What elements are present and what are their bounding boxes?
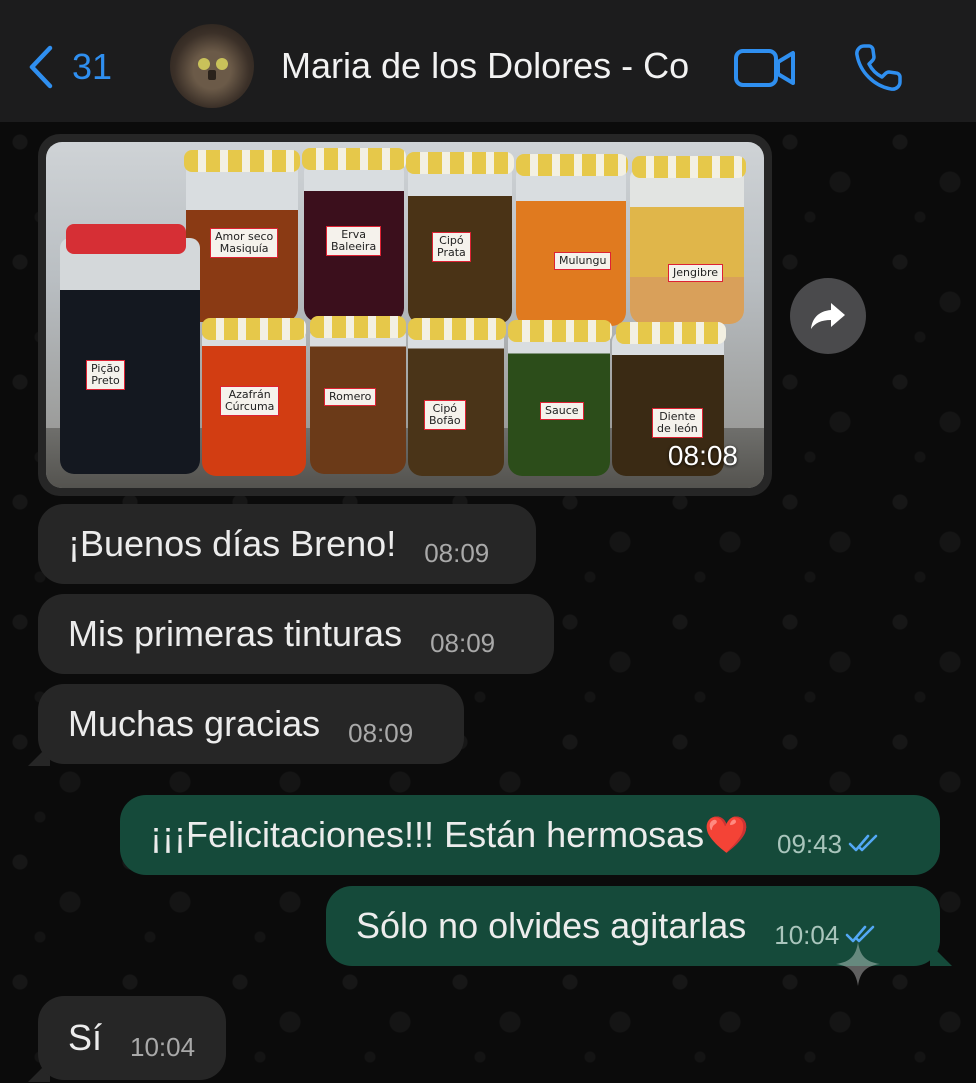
jar-lid [184, 150, 300, 172]
jar-label: Sauce [540, 402, 584, 420]
message-bubble[interactable]: Sí 10:04 [38, 996, 226, 1080]
contact-name[interactable]: Maria de los Dolores - Co [281, 45, 731, 93]
chat-header: 31 Maria de los Dolores - Co [0, 0, 976, 122]
message-bubble[interactable]: ¡¡¡Felicitaciones!!! Están hermosas❤️ 09… [120, 795, 940, 875]
jar-label: Diente de león [652, 408, 703, 438]
jar-label: Cipó Prata [432, 232, 471, 262]
avatar-eye-left [198, 58, 210, 70]
jar-label: Cipó Bofão [424, 400, 466, 430]
jar-label: Jengibre [668, 264, 724, 282]
message-text: Mis primeras tinturas [68, 613, 403, 654]
jar-label: Amor seco Masiquía [210, 228, 279, 258]
message-text: Sí [68, 1017, 103, 1058]
jar-lid [302, 148, 406, 170]
message-time: 10:04 [130, 1031, 196, 1062]
message-time: 08:09 [424, 537, 490, 568]
jar [630, 168, 744, 324]
message-time: 08:08 [667, 440, 738, 471]
jar-label: Pição Preto [86, 360, 125, 390]
jar-lid [408, 318, 506, 340]
message-text: Muchas gracias [68, 703, 321, 744]
jar-label: Erva Baleeira [326, 226, 382, 256]
message-time: 08:09 [430, 627, 496, 658]
jar-label: Mulungu [554, 252, 612, 270]
unread-count: 31 [72, 46, 113, 87]
jar-lid [632, 156, 746, 178]
message-bubble[interactable]: ¡Buenos días Breno! 08:09 [38, 504, 536, 584]
tinctures-photo[interactable]: Amor seco Masiquía Erva Baleeira Cipó Pr… [46, 142, 764, 488]
forward-button[interactable] [790, 278, 866, 354]
message-time: 10:04 [774, 919, 840, 950]
jar-label: Azafrán Cúrcuma [220, 386, 280, 416]
jar-lid [310, 316, 406, 338]
message-text: Sólo no olvides agitarlas [356, 905, 747, 946]
jar-lid [406, 152, 514, 174]
message-time: 08:09 [348, 717, 414, 748]
jar-lid [66, 224, 186, 254]
sparkle-icon [836, 942, 880, 986]
video-call-icon[interactable] [733, 48, 797, 88]
message-text: ¡Buenos días Breno! [68, 523, 397, 564]
jar-lid [516, 154, 628, 176]
message-time: 09:43 [777, 828, 843, 859]
message-bubble[interactable]: Mis primeras tinturas 08:09 [38, 594, 554, 674]
jar [516, 166, 626, 326]
jar [60, 238, 200, 474]
avatar-beak [208, 70, 216, 80]
phone-icon[interactable] [852, 42, 904, 94]
jar-lid [616, 322, 726, 344]
forward-icon [811, 303, 845, 329]
jar-lid [508, 320, 612, 342]
contact-avatar[interactable] [170, 24, 254, 108]
avatar-eye-right [216, 58, 228, 70]
image-message[interactable]: Amor seco Masiquía Erva Baleeira Cipó Pr… [38, 134, 772, 496]
back-button[interactable]: 31 [28, 44, 112, 90]
jar-lid [202, 318, 306, 340]
double-check-icon [848, 834, 878, 852]
message-text: ¡¡¡Felicitaciones!!! Están hermosas❤️ [150, 814, 750, 855]
chevron-left-icon [29, 45, 53, 89]
message-bubble[interactable]: Muchas gracias 08:09 [38, 684, 464, 764]
jar-label: Romero [324, 388, 377, 406]
